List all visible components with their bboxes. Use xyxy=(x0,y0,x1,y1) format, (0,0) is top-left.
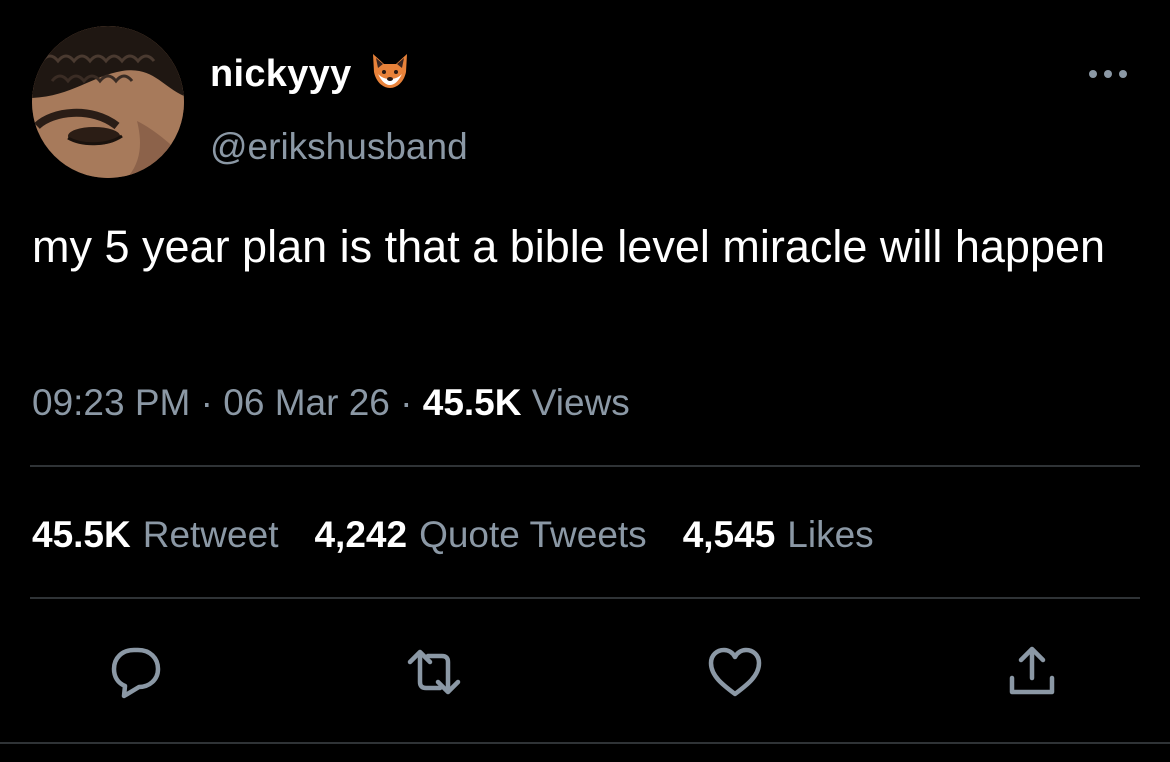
divider xyxy=(30,465,1140,467)
share-icon xyxy=(1009,646,1055,695)
tweet-meta: 09:23 PM · 06 Mar 26 · 45.5K Views xyxy=(32,382,630,424)
divider xyxy=(0,742,1170,744)
handle[interactable]: @erikshusband xyxy=(210,126,468,168)
meta-separator: · xyxy=(400,382,413,423)
retweets-stat[interactable]: 45.5K Retweet xyxy=(32,514,278,556)
display-name-text: nickyyy xyxy=(210,53,352,95)
ellipsis-icon xyxy=(1089,70,1127,78)
views-count: 45.5K xyxy=(422,382,522,423)
tweet-stats: 45.5K Retweet 4,242 Quote Tweets 4,545 Likes xyxy=(32,514,910,556)
avatar-photo xyxy=(32,26,184,178)
heart-icon xyxy=(708,647,762,697)
views-label: Views xyxy=(531,382,630,423)
share-button[interactable] xyxy=(1000,640,1064,704)
tweet-date[interactable]: 06 Mar 26 xyxy=(223,382,390,423)
display-name[interactable]: nickyyy xyxy=(210,52,410,96)
likes-stat[interactable]: 4,545 Likes xyxy=(683,514,874,556)
tweet-card: nickyyy @erikshusband my 5 year plan is … xyxy=(0,0,1170,762)
retweets-label: Retweet xyxy=(142,514,279,555)
fox-face-icon xyxy=(373,54,408,88)
reply-button[interactable] xyxy=(104,640,168,704)
meta-separator: · xyxy=(200,382,213,423)
retweet-button[interactable] xyxy=(402,640,466,704)
avatar[interactable] xyxy=(32,26,184,178)
retweet-icon xyxy=(407,649,461,695)
divider xyxy=(30,597,1140,599)
quote-tweets-count: 4,242 xyxy=(314,514,408,555)
like-button[interactable] xyxy=(703,640,767,704)
quote-tweets-stat[interactable]: 4,242 Quote Tweets xyxy=(314,514,646,556)
tweet-time[interactable]: 09:23 PM xyxy=(32,382,190,423)
reply-icon xyxy=(111,647,161,699)
retweets-count: 45.5K xyxy=(32,514,131,555)
likes-count: 4,545 xyxy=(682,514,776,555)
more-options-button[interactable] xyxy=(1086,62,1130,86)
likes-label: Likes xyxy=(787,514,874,555)
tweet-text: my 5 year plan is that a bible level mir… xyxy=(32,221,1106,272)
quote-tweets-label: Quote Tweets xyxy=(419,514,647,555)
